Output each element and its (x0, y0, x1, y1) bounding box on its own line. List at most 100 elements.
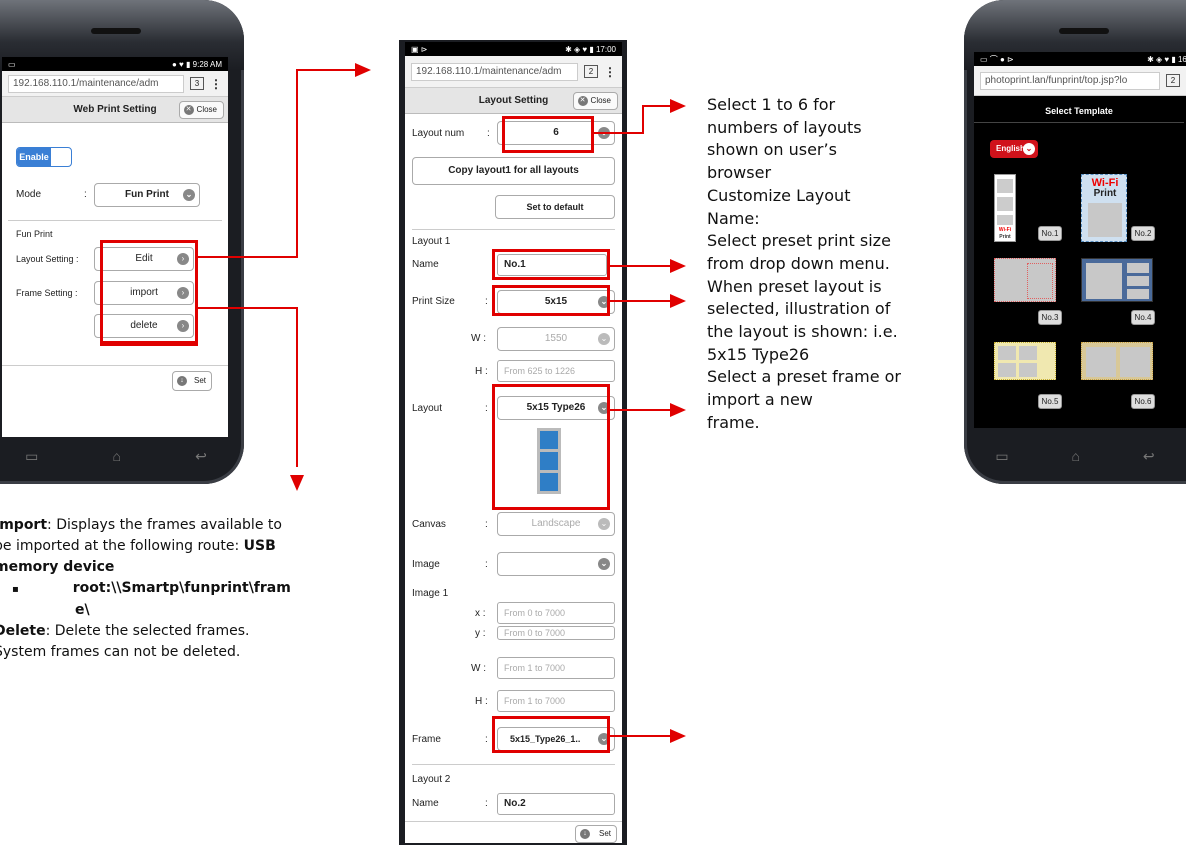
browser-bar: 192.168.110.1/maintenance/adm 2 ⋮ (405, 56, 622, 88)
arrow-right-icon (670, 294, 686, 308)
connector-line (594, 132, 644, 134)
status-bar: ▭ ● ♥ ▮ 9:28 AM (2, 57, 228, 71)
signal-icon: ✱ ◈ ♥ ▮ (565, 44, 596, 54)
enable-toggle[interactable]: Enable (16, 147, 72, 167)
close-button[interactable]: ✕ Close (572, 92, 618, 110)
right-phone-frame: ▭ ⌒ ● ⊳ ✱ ◈ ♥ ▮ 16:52 photoprint.lan/fun… (964, 0, 1186, 484)
h-field[interactable]: From 625 to 1226 (497, 360, 615, 382)
arrow-right-icon (670, 259, 686, 273)
description-line: frame. (707, 412, 760, 432)
recent-apps-icon[interactable]: ▭ (995, 448, 1008, 465)
url-field[interactable]: 192.168.110.1/maintenance/adm (8, 74, 184, 93)
template-thumb-2[interactable]: Wi-Fi Print (1081, 174, 1127, 242)
copy-layout-button[interactable]: Copy layout1 for all layouts (412, 157, 615, 185)
download-icon: ↓ (177, 376, 187, 386)
image-label: Image (412, 559, 440, 570)
photo-slot (998, 346, 1016, 360)
x-field[interactable]: From 0 to 7000 (497, 602, 615, 624)
connector-line (642, 105, 670, 107)
phone-speaker (91, 28, 141, 34)
photo-slot (1019, 346, 1037, 360)
download-icon: ↓ (580, 829, 590, 839)
photo-slot (1019, 363, 1037, 377)
path-text: root:\\Smartp\funprint\fram (72, 580, 291, 596)
set-button[interactable]: ↓ Set (172, 371, 212, 391)
url-field[interactable]: 192.168.110.1/maintenance/adm (411, 62, 578, 81)
notes-text: Import: Displays the frames available to… (0, 515, 354, 663)
template-label-3[interactable]: No.3 (1038, 310, 1062, 325)
template-label-4[interactable]: No.4 (1131, 310, 1155, 325)
status-time: 16:52 (1177, 54, 1186, 64)
template-thumb-3[interactable] (994, 258, 1056, 302)
right-phone-screen: ▭ ⌒ ● ⊳ ✱ ◈ ♥ ▮ 16:52 photoprint.lan/fun… (974, 52, 1186, 428)
set-label: Set (193, 376, 206, 385)
home-icon[interactable]: ⌂ (1072, 448, 1080, 464)
template-label-1[interactable]: No.1 (1038, 226, 1062, 241)
browser-menu-icon[interactable]: ⋮ (604, 65, 616, 79)
highlight-layout (492, 384, 610, 510)
import-term: Import (0, 517, 48, 533)
mode-colon: : (84, 189, 87, 200)
browser-menu-icon[interactable]: ⋮ (210, 77, 222, 91)
photo-slot (1086, 347, 1116, 377)
x-label: x : (475, 608, 486, 619)
back-icon[interactable]: ↩ (1143, 448, 1155, 465)
browser-bar: photoprint.lan/funprint/top.jsp?lo 2 ⋮ (974, 66, 1186, 96)
print-size-label: Print Size (412, 296, 455, 307)
template-thumb-5[interactable] (994, 342, 1056, 380)
template-thumb-6[interactable] (1081, 342, 1153, 380)
description-line: from drop down menu. (707, 253, 890, 273)
tabs-button[interactable]: 2 (1166, 74, 1180, 87)
arrow-right-icon (670, 729, 686, 743)
section-divider (8, 220, 222, 221)
template-label-6[interactable]: No.6 (1131, 394, 1155, 409)
signal-icon: ✱ ◈ ♥ ▮ (1147, 54, 1178, 64)
connector-line (198, 256, 298, 258)
w-select[interactable]: 1550 ⌄ (497, 327, 615, 351)
y-field[interactable]: From 0 to 7000 (497, 626, 615, 640)
section-title: Fun Print (16, 229, 53, 239)
layout-label: Layout (412, 403, 443, 414)
mode-select[interactable]: Fun Print ⌄ (94, 183, 200, 207)
template-label-2[interactable]: No.2 (1131, 226, 1155, 241)
close-button[interactable]: ✕ Close (178, 101, 224, 119)
back-icon[interactable]: ↩ (195, 448, 207, 465)
section-divider (412, 229, 615, 230)
photo-slot (1027, 263, 1053, 299)
recent-apps-icon[interactable]: ▭ (25, 448, 38, 465)
home-icon[interactable]: ⌂ (113, 448, 121, 464)
notes-line: System frames can not be deleted. (0, 644, 241, 660)
page-title: Web Print Setting (73, 104, 157, 115)
photo-slot (997, 179, 1013, 193)
layout1-title: Layout 1 (412, 236, 451, 247)
status-time: 17:00 (595, 44, 616, 54)
w2-field[interactable]: From 1 to 7000 (497, 657, 615, 679)
notes-line: be imported at the following route: USB (0, 536, 354, 557)
template-thumb-1[interactable]: Wi-Fi Print (994, 174, 1016, 242)
language-select[interactable]: English ⌄ (990, 140, 1038, 158)
description-line: the layout is shown: i.e. (707, 322, 898, 342)
url-field[interactable]: photoprint.lan/funprint/top.jsp?lo (980, 71, 1160, 90)
template-label-5[interactable]: No.5 (1038, 394, 1062, 409)
connector-line (610, 735, 670, 737)
set-button[interactable]: ↓ Set (575, 825, 617, 843)
image-select[interactable]: ⌄ (497, 552, 615, 576)
description-line: Select preset print size (707, 231, 891, 251)
photo-slot (1127, 263, 1149, 273)
set-default-button[interactable]: Set to default (495, 195, 615, 219)
tabs-button[interactable]: 2 (584, 65, 598, 78)
page-title: Select Template (974, 100, 1184, 123)
y-label: y : (475, 628, 486, 639)
tabs-button[interactable]: 3 (190, 77, 204, 90)
h2-label: H : (475, 696, 488, 707)
name-label: Name (412, 259, 439, 270)
canvas-select[interactable]: Landscape ⌄ (497, 512, 615, 536)
name2-field[interactable]: No.2 (497, 793, 615, 815)
template-thumb-4[interactable] (1081, 258, 1153, 302)
layout-colon: : (485, 403, 488, 414)
h2-field[interactable]: From 1 to 7000 (497, 690, 615, 712)
highlight-import-delete (100, 306, 198, 346)
browser-bar: 192.168.110.1/maintenance/adm 3 ⋮ (2, 71, 228, 97)
connector-line (296, 307, 298, 467)
highlight-frame (492, 716, 610, 753)
